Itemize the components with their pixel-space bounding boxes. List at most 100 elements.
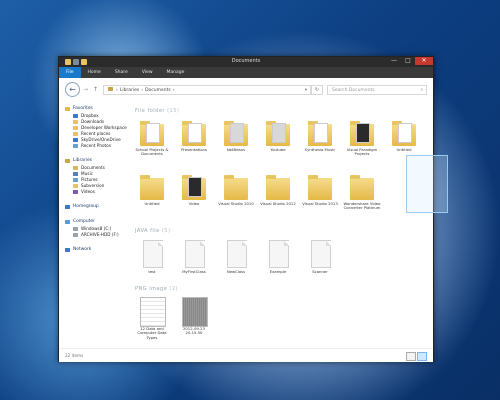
nav-item-videos[interactable]: Videos bbox=[73, 189, 95, 194]
nav-item-skydrive[interactable]: SkyDrive/OneDrive bbox=[73, 137, 121, 142]
folder-item[interactable]: Presentations bbox=[175, 118, 213, 158]
folder-item[interactable]: Visual Paradigm Projects bbox=[343, 118, 381, 158]
computer-icon bbox=[65, 219, 70, 224]
nav-item-drive-c[interactable]: Windows8 (C:) bbox=[73, 226, 111, 231]
search-input[interactable]: Search Documents ⌕ bbox=[327, 85, 427, 95]
window-controls: — □ ✕ bbox=[387, 57, 433, 65]
document-icon bbox=[224, 240, 248, 268]
image-item[interactable]: 12 Data and Computer Data Types bbox=[133, 297, 171, 343]
folder-item[interactable]: Untitled bbox=[133, 172, 171, 212]
cloud-icon bbox=[73, 137, 78, 142]
nav-item-downloads[interactable]: Downloads bbox=[73, 119, 104, 124]
image-item[interactable]: 2012-09-23 20.15.50 bbox=[175, 297, 213, 343]
folder-item[interactable]: Visual Studio 2013 bbox=[301, 172, 339, 212]
document-icon bbox=[182, 240, 206, 268]
nav-network[interactable]: Network bbox=[65, 247, 91, 252]
nav-homegroup[interactable]: Homegroup bbox=[65, 204, 99, 209]
group-header-folders[interactable]: File folder (15) bbox=[135, 108, 179, 114]
nav-favorites-header[interactable]: Favorites bbox=[65, 106, 93, 111]
folder-item[interactable]: Visual Studio 2010 bbox=[217, 172, 255, 212]
recent-places-icon bbox=[73, 131, 78, 136]
folder-icon bbox=[224, 172, 248, 200]
maximize-button[interactable]: □ bbox=[401, 57, 415, 65]
drive-icon bbox=[73, 232, 78, 237]
tab-view[interactable]: View bbox=[135, 70, 160, 75]
file-item[interactable]: Example bbox=[259, 240, 297, 280]
details-view-icon[interactable] bbox=[406, 352, 416, 361]
large-icons-view-icon[interactable] bbox=[417, 352, 427, 361]
file-item[interactable]: NewClass bbox=[217, 240, 255, 280]
nav-item-developer-workspace[interactable]: Developer Workspace bbox=[73, 125, 127, 130]
drive-icon bbox=[73, 226, 78, 231]
documents-icon bbox=[73, 165, 78, 170]
library-icon bbox=[65, 158, 70, 163]
folder-icon bbox=[266, 172, 290, 200]
folder-icon bbox=[392, 118, 416, 146]
tab-manage[interactable]: Manage bbox=[160, 70, 192, 75]
nav-item-recent-places[interactable]: Recent places bbox=[73, 131, 110, 136]
tab-share[interactable]: Share bbox=[108, 70, 135, 75]
view-switcher bbox=[406, 352, 427, 361]
folder-item[interactable]: Wondershare Video Converter Platinum bbox=[343, 172, 381, 218]
status-bar: 22 items bbox=[59, 348, 433, 362]
selection-highlight bbox=[406, 155, 448, 213]
tab-home[interactable]: Home bbox=[81, 70, 108, 75]
folder-item[interactable]: Visual Studio 2012 bbox=[259, 172, 297, 212]
nav-item-subversion[interactable]: Subversion bbox=[73, 183, 104, 188]
tab-file[interactable]: File bbox=[59, 67, 81, 78]
document-icon bbox=[266, 240, 290, 268]
folder-icon bbox=[266, 118, 290, 146]
search-icon: ⌕ bbox=[420, 88, 423, 93]
nav-item-recent-photos[interactable]: Recent Photos bbox=[73, 143, 111, 148]
arrow-up-icon: ↑ bbox=[93, 86, 99, 93]
folder-item[interactable]: Synthesia Music bbox=[301, 118, 339, 158]
window-title: Documents bbox=[231, 58, 261, 64]
navigation-pane: Favorites Dropbox Downloads Developer Wo… bbox=[59, 100, 129, 348]
folder-item[interactable]: Youtube bbox=[259, 118, 297, 158]
forward-button[interactable]: → bbox=[83, 86, 88, 93]
breadcrumb-documents[interactable]: Documents bbox=[143, 88, 173, 93]
star-icon bbox=[65, 106, 70, 111]
nav-item-pictures[interactable]: Pictures bbox=[73, 177, 98, 182]
folder-item[interactable]: Untitled bbox=[385, 118, 423, 158]
folder-icon bbox=[308, 118, 332, 146]
chevron-down-icon[interactable]: ▾ bbox=[302, 88, 310, 93]
close-button[interactable]: ✕ bbox=[415, 57, 433, 65]
nav-item-documents[interactable]: Documents bbox=[73, 165, 105, 170]
group-header-images[interactable]: PNG image (2) bbox=[135, 286, 178, 292]
explorer-window: Documents — □ ✕ File Home Share View Man… bbox=[58, 56, 448, 362]
back-button[interactable]: ← bbox=[65, 82, 80, 97]
nav-item-drive-f[interactable]: ARCHIVE-HDD (F:) bbox=[73, 232, 119, 237]
file-item[interactable]: Scanner bbox=[301, 240, 339, 280]
folder-icon bbox=[182, 118, 206, 146]
file-item[interactable]: test bbox=[133, 240, 171, 280]
folder-item[interactable]: School Projects & Documents bbox=[133, 118, 171, 158]
folder-item[interactable]: Video bbox=[175, 172, 213, 212]
file-item[interactable]: MyFirstClass bbox=[175, 240, 213, 280]
folder-icon bbox=[73, 183, 78, 188]
file-list: File folder (15) School Projects & Docum… bbox=[129, 100, 448, 348]
downloads-icon bbox=[73, 119, 78, 124]
nav-libraries-header[interactable]: Libraries bbox=[65, 158, 92, 163]
videos-icon bbox=[73, 189, 78, 194]
folder-icon bbox=[182, 172, 206, 200]
nav-computer-header[interactable]: Computer bbox=[65, 219, 95, 224]
image-thumbnail bbox=[140, 297, 166, 327]
nav-item-dropbox[interactable]: Dropbox bbox=[73, 113, 99, 118]
up-button[interactable]: ↑ bbox=[93, 86, 98, 93]
image-thumbnail bbox=[182, 297, 208, 327]
address-bar[interactable]: › Libraries › Documents › ▾ bbox=[103, 85, 311, 95]
dropbox-icon bbox=[73, 113, 78, 118]
minimize-button[interactable]: — bbox=[387, 57, 401, 65]
breadcrumb-separator: › bbox=[172, 87, 175, 93]
document-icon bbox=[140, 240, 164, 268]
refresh-icon: ↻ bbox=[314, 87, 320, 93]
refresh-button[interactable]: ↻ bbox=[311, 85, 323, 95]
group-header-files[interactable]: JAVA file (5) bbox=[135, 228, 170, 234]
nav-item-music[interactable]: Music bbox=[73, 171, 93, 176]
breadcrumb-libraries[interactable]: Libraries bbox=[118, 88, 141, 93]
folder-item[interactable]: NetBeans bbox=[217, 118, 255, 158]
pictures-icon bbox=[73, 177, 78, 182]
folder-icon bbox=[140, 172, 164, 200]
navigation-bar: ← → ↑ › Libraries › Documents › ▾ ↻ Sear… bbox=[59, 78, 433, 101]
